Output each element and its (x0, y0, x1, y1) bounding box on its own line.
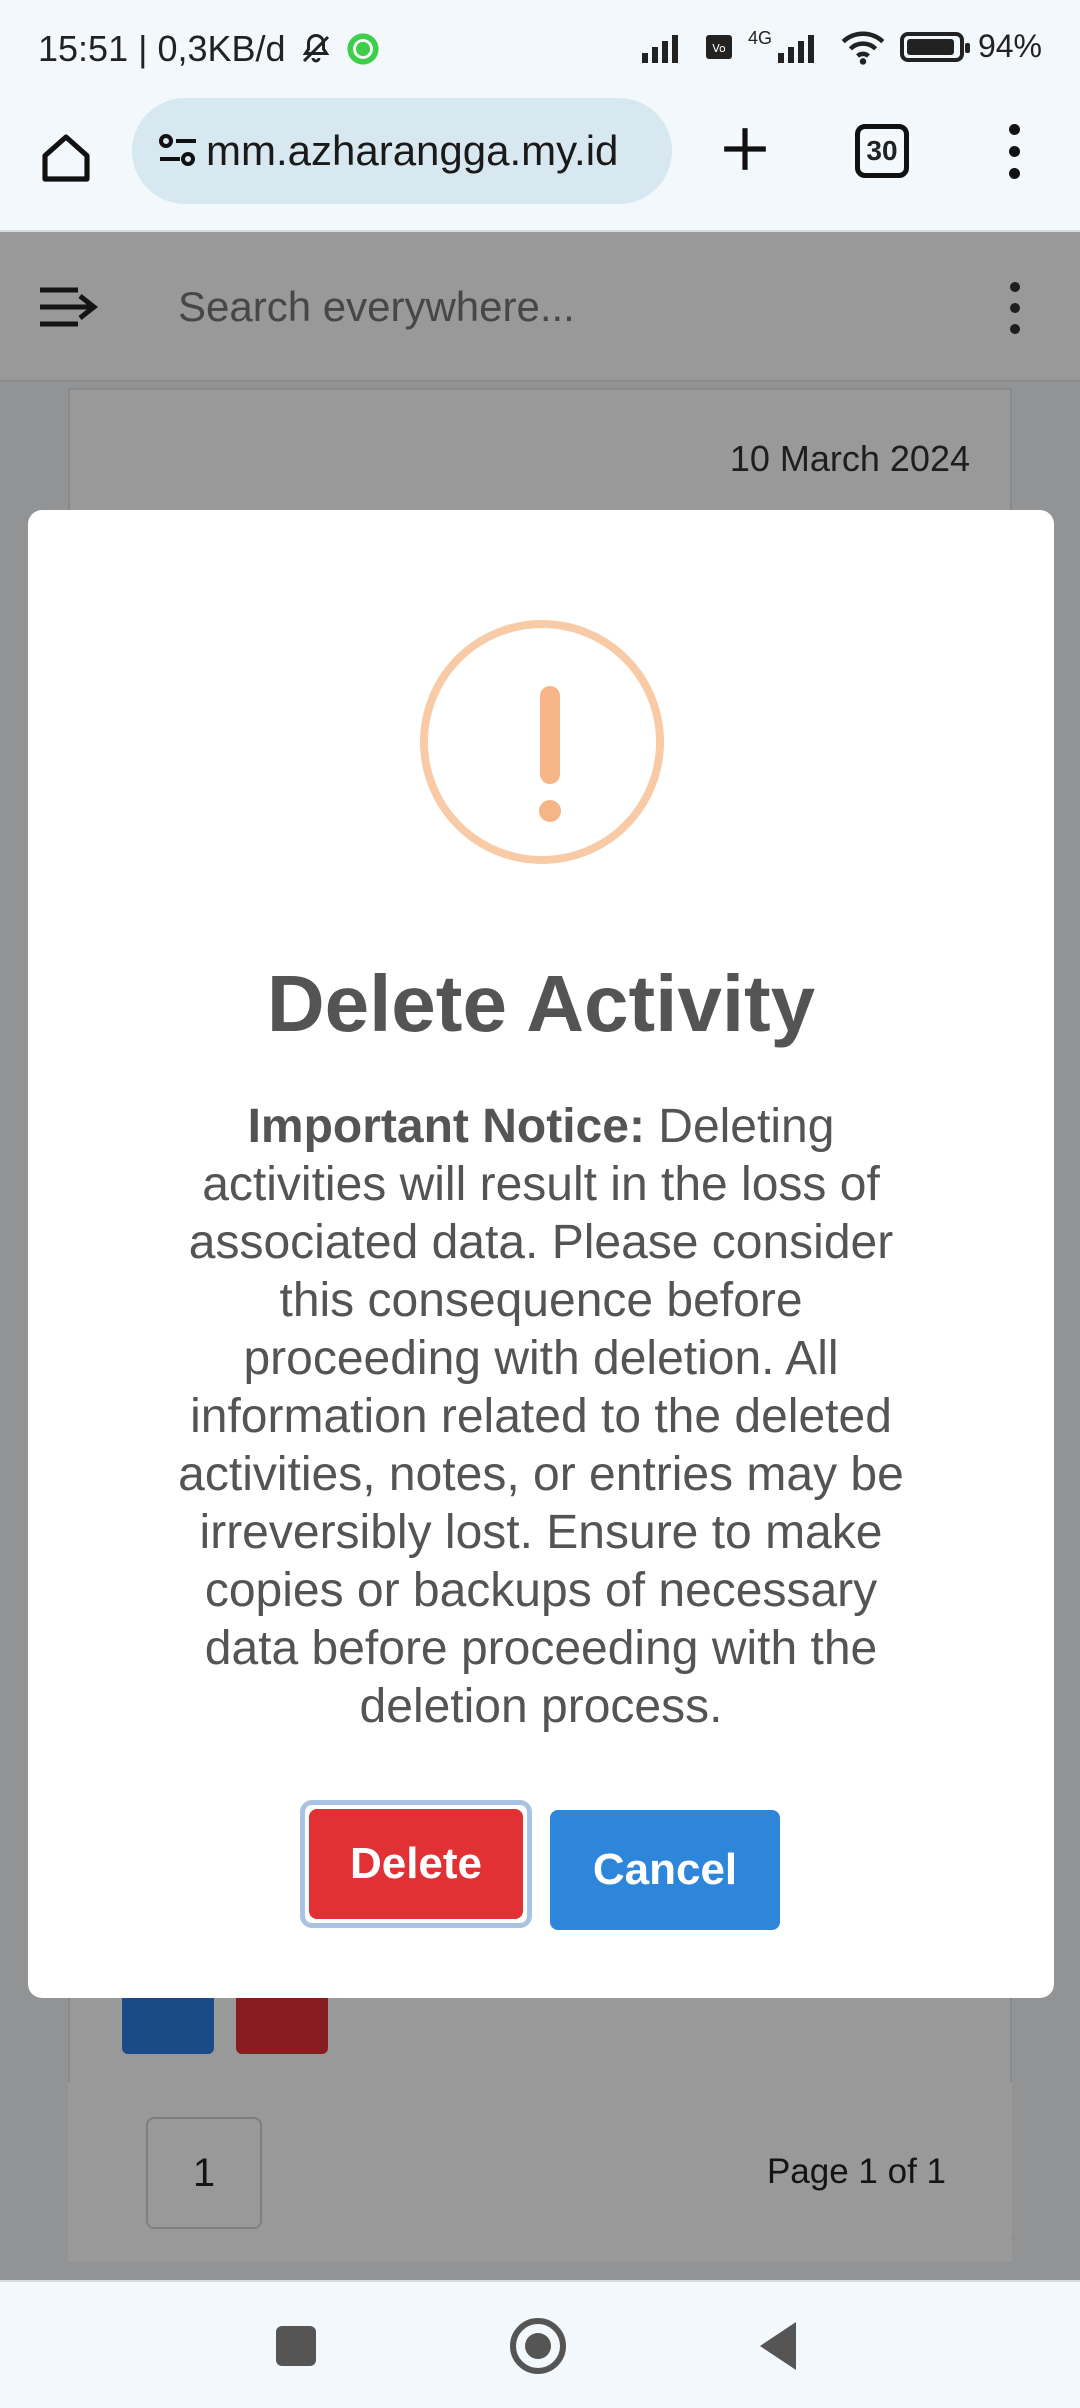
status-right: Vo 4G 94% (640, 28, 1042, 65)
warning-icon (420, 620, 664, 864)
signal-icon-2 (777, 34, 814, 63)
dot (1008, 123, 1020, 135)
browser-home-button[interactable] (30, 122, 102, 194)
cancel-button[interactable]: Cancel (550, 1810, 780, 1930)
home-nav-icon[interactable] (510, 2318, 566, 2374)
battery-level: 94% (977, 28, 1042, 64)
app-notification-icon (346, 33, 379, 65)
warning-mark (540, 686, 560, 784)
new-tab-button[interactable] (712, 116, 778, 182)
dialog-title: Delete Activity (266, 959, 816, 1048)
tab-count: 30 (866, 135, 898, 166)
network-type: 4G (747, 28, 772, 48)
svg-text:Vo: Vo (712, 42, 726, 55)
url-text: mm.azharangga.my.id (206, 127, 619, 174)
status-bar: 15:51 | 0,3KB/d Vo 4G 94% (0, 0, 1080, 96)
home-icon (42, 134, 90, 182)
mute-notification-icon (302, 33, 329, 63)
volte-icon: Vo (705, 34, 732, 59)
browser-toolbar: mm.azharangga.my.id 30 (0, 96, 1080, 232)
delete-confirm-dialog: Delete Activity Important Notice: Deleti… (28, 510, 1054, 1998)
dot (1008, 145, 1020, 157)
notice-label: Important Notice: (247, 1100, 645, 1153)
status-time: 15:51 | 0,3KB/d (38, 28, 286, 69)
notice-text: Deleting activities will result in the l… (178, 1100, 904, 1733)
plus-icon (724, 128, 766, 170)
site-settings-icon[interactable] (154, 127, 202, 175)
status-left: 15:51 | 0,3KB/d (38, 28, 380, 70)
browser-menu-button[interactable] (990, 118, 1038, 184)
address-bar[interactable]: mm.azharangga.my.id (132, 98, 672, 204)
confirm-delete-label: Delete (309, 1809, 523, 1919)
battery-icon (899, 31, 970, 62)
dialog-message: Important Notice: Deleting activities wi… (158, 1098, 924, 1736)
tab-switcher-button[interactable]: 30 (855, 124, 909, 178)
recents-icon[interactable] (276, 2326, 316, 2366)
warning-dot (539, 800, 561, 822)
wifi-icon (841, 30, 885, 65)
system-nav-bar (0, 2280, 1080, 2408)
dot (1008, 167, 1020, 179)
back-icon[interactable] (760, 2322, 796, 2370)
confirm-delete-button[interactable]: Delete (300, 1800, 532, 1928)
signal-icon (641, 34, 678, 63)
